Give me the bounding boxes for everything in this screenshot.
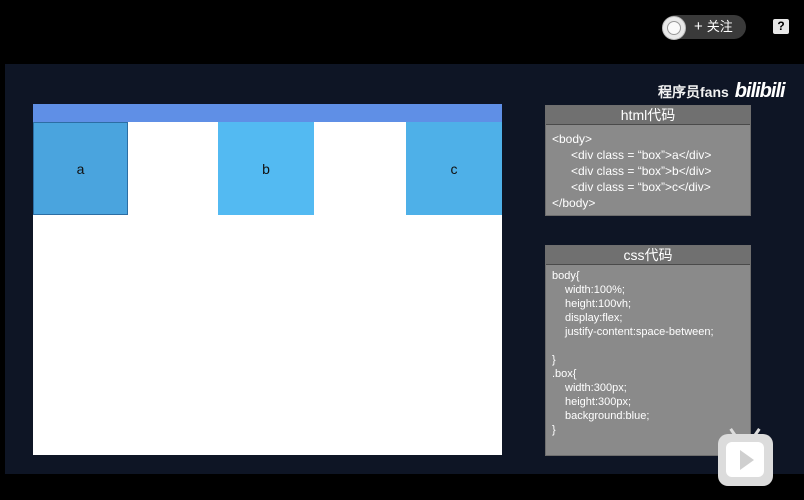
code-line: } bbox=[552, 354, 556, 366]
box-label: c bbox=[450, 160, 458, 177]
bilibili-tv-icon[interactable] bbox=[718, 428, 773, 486]
code-line: <body> bbox=[552, 132, 593, 146]
code-line: justify-content:space-between; bbox=[565, 326, 714, 338]
demo-box-c: c bbox=[406, 122, 502, 215]
follow-label: 关注 bbox=[706, 19, 733, 34]
box-label: a bbox=[76, 160, 85, 177]
code-line: width:100%; bbox=[565, 284, 625, 296]
demo-browser-viewport: a b c bbox=[33, 104, 502, 455]
demo-box-b: b bbox=[218, 122, 314, 215]
demo-box-a: a bbox=[33, 122, 128, 215]
code-line: background:blue; bbox=[565, 410, 650, 422]
css-code-panel: css代码 body{ width:100%; height:100vh; di… bbox=[545, 245, 751, 456]
top-bar: + 关注 ? bbox=[0, 0, 804, 62]
watermark: 程序员fans bilibili bbox=[658, 80, 786, 103]
channel-name: 程序员fans bbox=[658, 83, 729, 100]
code-line: height:300px; bbox=[565, 396, 632, 408]
demo-top-bar bbox=[33, 104, 502, 122]
code-line: </body> bbox=[552, 196, 596, 210]
help-icon[interactable]: ? bbox=[773, 19, 789, 34]
bilibili-logo: bilibili bbox=[734, 80, 786, 102]
code-line: } bbox=[552, 424, 556, 436]
tv-screen bbox=[726, 442, 764, 477]
avatar-icon[interactable] bbox=[662, 16, 686, 40]
code-line: .box{ bbox=[552, 368, 577, 380]
code-line: height:100vh; bbox=[565, 298, 632, 310]
html-panel-title: html代码 bbox=[546, 106, 750, 125]
css-panel-title: css代码 bbox=[546, 246, 750, 265]
css-code-body: body{ width:100%; height:100vh; display:… bbox=[546, 265, 750, 437]
html-code-panel: html代码 <body> <div class = “box”>a</div>… bbox=[545, 105, 751, 216]
code-line: <div class = “box”>b</div> bbox=[571, 164, 712, 178]
play-icon bbox=[740, 450, 754, 470]
plus-icon: + bbox=[694, 18, 703, 35]
code-line: <div class = “box”>c</div> bbox=[571, 180, 711, 194]
box-label: b bbox=[262, 160, 270, 177]
avatar-face bbox=[667, 21, 681, 35]
code-line: width:300px; bbox=[565, 382, 627, 394]
html-code-body: <body> <div class = “box”>a</div> <div c… bbox=[546, 125, 750, 211]
code-line: <div class = “box”>a</div> bbox=[571, 148, 712, 162]
code-line: body{ bbox=[552, 270, 580, 282]
code-line: display:flex; bbox=[565, 312, 623, 324]
